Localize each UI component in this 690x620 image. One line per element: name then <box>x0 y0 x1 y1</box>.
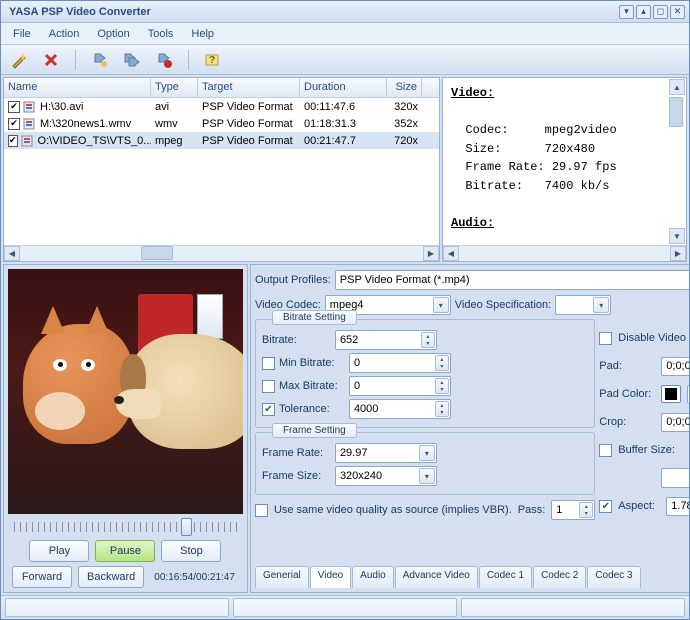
row-checkbox[interactable]: ✔ <box>8 135 18 147</box>
file-list-hscroll[interactable]: ◀ ▶ <box>4 245 439 261</box>
delete-icon[interactable] <box>41 50 61 70</box>
statusbar <box>1 595 689 619</box>
file-icon <box>23 100 37 114</box>
chevron-down-icon[interactable]: ▾ <box>433 297 449 313</box>
forward-button[interactable]: Forward <box>12 566 72 588</box>
max-bitrate-checkbox[interactable] <box>262 380 275 393</box>
scroll-right-icon[interactable]: ▶ <box>670 246 686 261</box>
titlebar: YASA PSP Video Converter ▾ ▴ ◻ ✕ <box>1 1 689 23</box>
table-row[interactable]: ✔M:\320news1.wmvwmvPSP Video Format01:18… <box>4 115 439 132</box>
magic-wand-icon[interactable] <box>9 50 29 70</box>
min-bitrate-checkbox[interactable] <box>262 357 275 370</box>
bitrate-group: Bitrate Setting Bitrate: 652▴▾ Min Bitra… <box>255 319 595 428</box>
status-cell <box>461 598 685 617</box>
settings-tabs: Generial Video Audio Advance Video Codec… <box>255 566 689 588</box>
col-target[interactable]: Target <box>198 78 300 97</box>
max-bitrate-input[interactable]: 0▴▾ <box>349 376 451 396</box>
scroll-up-icon[interactable]: ▲ <box>669 79 685 95</box>
frame-group: Frame Setting Frame Rate: 29.97▾ Frame S… <box>255 432 595 495</box>
menu-tools[interactable]: Tools <box>140 25 182 43</box>
menu-file[interactable]: File <box>5 25 39 43</box>
menu-action[interactable]: Action <box>41 25 88 43</box>
pad-input[interactable]: 0;0;0;0 <box>661 357 689 376</box>
chevron-down-icon[interactable]: ▾ <box>419 468 435 484</box>
min-bitrate-input[interactable]: 0▴▾ <box>349 353 451 373</box>
info-panel: Video: Codec: mpeg2video Size: 720x480 F… <box>442 77 687 262</box>
maximize-button[interactable]: ◻ <box>653 5 668 19</box>
disable-video-checkbox[interactable] <box>599 332 612 345</box>
main-window: YASA PSP Video Converter ▾ ▴ ◻ ✕ File Ac… <box>0 0 690 620</box>
bitrate-input[interactable]: 652▴▾ <box>335 330 437 350</box>
output-profiles-select[interactable]: PSP Video Format (*.mp4) ▾ <box>335 270 689 290</box>
buffer-input[interactable]: ▴▾ <box>661 468 689 488</box>
close-button[interactable]: ✕ <box>670 5 685 19</box>
video-spec-select[interactable]: ▾ <box>555 295 611 315</box>
chevron-down-icon[interactable]: ▾ <box>419 445 435 461</box>
scroll-down-icon[interactable]: ▼ <box>669 228 685 244</box>
tab-codec2[interactable]: Codec 2 <box>533 566 586 588</box>
menu-help[interactable]: Help <box>183 25 222 43</box>
tab-codec1[interactable]: Codec 1 <box>479 566 532 588</box>
col-size[interactable]: Size <box>387 78 422 97</box>
stop-button[interactable]: Stop <box>161 540 221 562</box>
tab-audio[interactable]: Audio <box>352 566 394 588</box>
info-video-heading: Video: <box>451 86 494 100</box>
scroll-right-icon[interactable]: ▶ <box>423 246 439 261</box>
help-icon[interactable]: ? <box>203 50 223 70</box>
file-icon <box>23 117 37 131</box>
framesize-select[interactable]: 320x240▾ <box>335 466 437 486</box>
pause-button[interactable]: Pause <box>95 540 155 562</box>
stop-convert-icon[interactable] <box>154 50 174 70</box>
framerate-select[interactable]: 29.97▾ <box>335 443 437 463</box>
play-button[interactable]: Play <box>29 540 89 562</box>
output-profiles-label: Output Profiles: <box>255 274 331 286</box>
tolerance-checkbox[interactable]: ✔ <box>262 403 275 416</box>
col-type[interactable]: Type <box>151 78 198 97</box>
svg-text:?: ? <box>209 55 215 66</box>
timecode: 00:16:54/00:21:47 <box>150 572 239 583</box>
toolbar: ? <box>1 45 689 75</box>
seek-thumb[interactable] <box>181 518 192 536</box>
status-cell <box>233 598 457 617</box>
tab-codec3[interactable]: Codec 3 <box>587 566 640 588</box>
window-title: YASA PSP Video Converter <box>5 6 619 18</box>
file-list[interactable]: Name Type Target Duration Size ✔H:\30.av… <box>3 77 440 262</box>
tab-advance-video[interactable]: Advance Video <box>395 566 478 588</box>
crop-input[interactable]: 0;0;0;0 <box>661 413 689 432</box>
padcolor-swatch[interactable] <box>661 385 681 403</box>
padcolor-input[interactable]: clBlack <box>687 385 689 404</box>
file-icon <box>21 134 35 148</box>
info-hscroll[interactable]: ◀ ▶ <box>443 245 686 261</box>
aspect-input[interactable]: 1.78 <box>666 497 689 516</box>
seek-slider[interactable] <box>14 524 237 530</box>
backward-button[interactable]: Backward <box>78 566 144 588</box>
vbr-checkbox[interactable] <box>255 504 268 517</box>
tab-generial[interactable]: Generial <box>255 566 309 588</box>
tab-video[interactable]: Video <box>310 566 351 588</box>
aspect-checkbox[interactable]: ✔ <box>599 500 612 513</box>
scroll-left-icon[interactable]: ◀ <box>443 246 459 261</box>
row-checkbox[interactable]: ✔ <box>8 101 20 113</box>
pass-input[interactable]: 1▴▾ <box>551 500 595 520</box>
col-duration[interactable]: Duration <box>300 78 387 97</box>
table-row[interactable]: ✔O:\VIDEO_TS\VTS_0...mpegPSP Video Forma… <box>4 132 439 149</box>
table-row[interactable]: ✔H:\30.aviaviPSP Video Format00:11:47.63… <box>4 98 439 115</box>
chevron-down-icon[interactable]: ▾ <box>593 297 609 313</box>
row-checkbox[interactable]: ✔ <box>8 118 20 130</box>
minimize-all-icon[interactable]: ▾ <box>619 5 634 19</box>
video-spec-label: Video Specification: <box>455 299 551 311</box>
convert-one-icon[interactable] <box>90 50 110 70</box>
info-audio-heading: Audio: <box>451 216 494 230</box>
menu-option[interactable]: Option <box>89 25 137 43</box>
scroll-left-icon[interactable]: ◀ <box>4 246 20 261</box>
col-name[interactable]: Name <box>4 78 151 97</box>
buffer-checkbox[interactable] <box>599 444 612 457</box>
video-preview <box>8 269 243 514</box>
tolerance-input[interactable]: 4000▴▾ <box>349 399 451 419</box>
minimize-button[interactable]: ▴ <box>636 5 651 19</box>
menubar: File Action Option Tools Help <box>1 23 689 45</box>
info-vscroll[interactable]: ▲ ▼ <box>669 79 685 244</box>
status-cell <box>5 598 229 617</box>
convert-all-icon[interactable] <box>122 50 142 70</box>
